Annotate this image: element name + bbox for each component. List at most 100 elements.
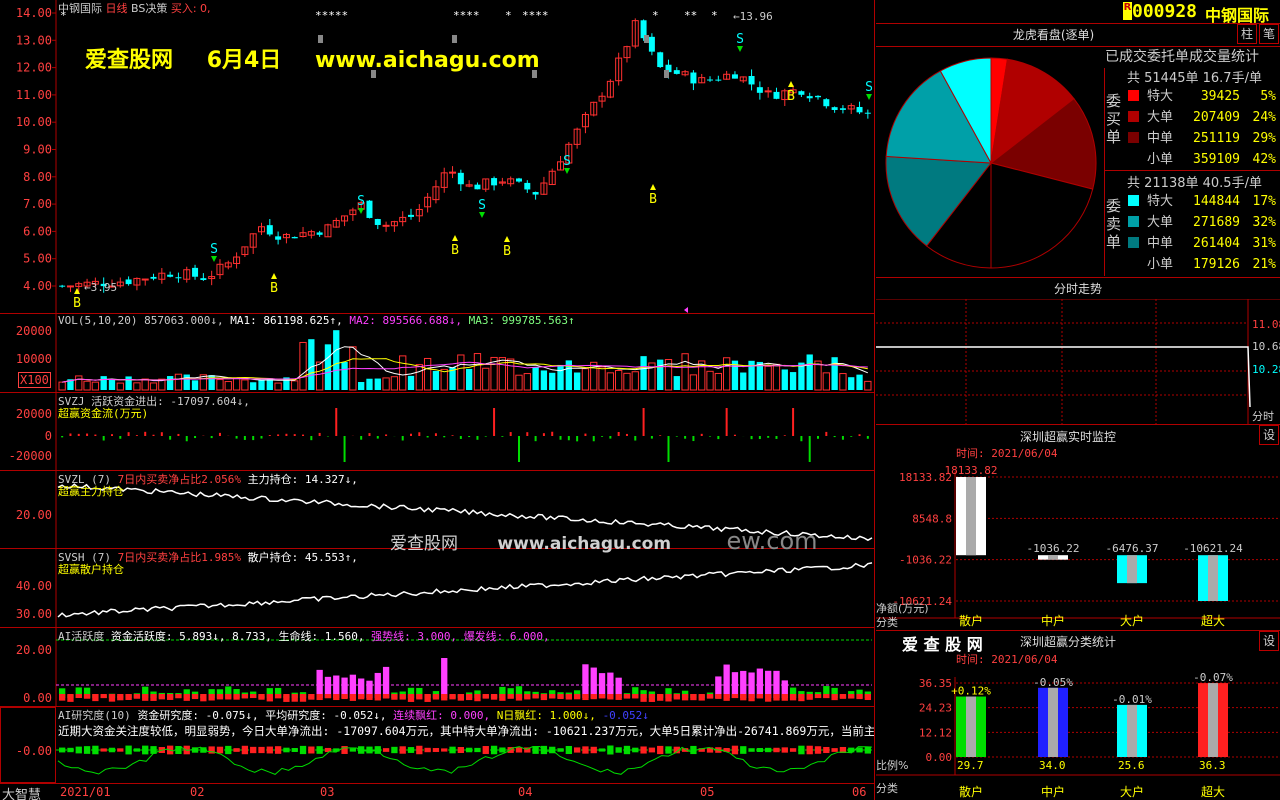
intraday-ylabel-1: 11.08 (1252, 318, 1280, 331)
research-bar (657, 745, 664, 755)
candle-body (731, 74, 738, 79)
svsh-panel[interactable]: SVSH (7) 7日内买卖净占比1.985% 散户持仓: 45.553↑, 超… (0, 527, 875, 628)
brand-label: 大智慧 (2, 788, 42, 800)
candle-body (856, 106, 863, 113)
classify-panel[interactable]: 爱 查 股 网 深圳超赢分类统计 设 时间: 2021/06/04 36.35 2… (876, 630, 1280, 800)
volume-bar (415, 364, 423, 391)
order-percent: 42% (1252, 152, 1276, 167)
monitor-bar-core-2 (1127, 555, 1137, 584)
bar-mode-button[interactable]: 柱 (1237, 24, 1257, 44)
activity-base-bar (233, 694, 240, 700)
activity-base-bar (590, 694, 597, 700)
research-bar (457, 747, 464, 753)
svzj-panel[interactable]: SVZJ 活跃资金进出: -17097.604↓, 超赢资金流(万元) 2000… (0, 393, 875, 471)
research-bar (640, 746, 647, 754)
research-title: AI研究度(10) 资金研究度: -0.075↓, 平均研究度: -0.052↓… (58, 709, 649, 722)
research-bar (291, 748, 298, 752)
ai-activity-panel[interactable]: AI活跃度 资金活跃度: 5.893↓, 8.733, 生命线: 1.560, … (0, 628, 875, 707)
buy-signal: B (649, 192, 657, 207)
volume-panel[interactable]: VOL(5,10,20) 857063.000↓, MA1: 861198.62… (0, 314, 875, 393)
classify-ylabel-2: 12.12 (919, 726, 952, 739)
buy-signal: B (451, 243, 459, 258)
order-volume: 179126 (1193, 257, 1240, 272)
sell-signal: S (563, 154, 571, 169)
activity-base-bar (142, 694, 149, 701)
order-volume: 207409 (1193, 110, 1240, 125)
sell-arrow (737, 46, 743, 52)
volume-bar (839, 373, 847, 391)
order-percent: 32% (1252, 215, 1276, 230)
candle-body (806, 96, 813, 99)
candle-body (457, 172, 464, 185)
activity-base-bar (698, 694, 705, 701)
stock-title: 中钢国际 (1205, 6, 1270, 25)
vol-ma1: MA1: 861198.625↑, (230, 314, 343, 327)
activity-base-bar (424, 694, 431, 702)
dragon-title: 龙虎看盘(逐单) (1012, 28, 1095, 42)
activity-bar (382, 666, 390, 698)
research-bar (233, 748, 240, 752)
legend-swatch (1128, 195, 1139, 206)
research-r1: 资金研究度: -0.075↓, (137, 709, 259, 722)
monitor-panel[interactable]: 深圳超赢实时监控 设 时间: 2021/06/04 18133.82 8548.8… (876, 424, 1280, 630)
activity-base-bar (316, 694, 323, 701)
research-bar (781, 747, 788, 753)
volume-bar (149, 382, 158, 391)
activity-base-bar (200, 694, 207, 702)
research-bar (432, 748, 440, 752)
research-bar (92, 745, 99, 755)
research-bar (258, 746, 265, 754)
activity-base-bar (640, 694, 647, 702)
volume-bar (831, 357, 838, 390)
classify-change-0: +0.12% (951, 685, 991, 698)
ai-activity: 资金活跃度: 5.893↓, 8.733, (110, 630, 272, 643)
research-bar (75, 746, 82, 754)
classify-bar-core-3 (1208, 683, 1218, 757)
volume-bar (250, 382, 257, 390)
watermark-date: 6月4日 (206, 48, 282, 73)
classify-ylabel-3: 0.00 (926, 751, 953, 764)
activity-bar (441, 658, 448, 698)
buy-signal: B (503, 244, 511, 259)
star-marker-1: ***** (315, 9, 348, 22)
activity-base-bar (341, 694, 348, 700)
period-label: 日线 (105, 2, 128, 15)
classify-bar-core-1 (1048, 687, 1058, 757)
candle-body (839, 108, 846, 110)
quote-header: R 000928 中钢国际 (876, 0, 1280, 25)
volume-bar (374, 378, 381, 390)
research-bar (773, 747, 780, 753)
intraday-panel[interactable]: 分时走势 11.08 10.68 10.28 分时 (876, 277, 1280, 424)
volume-bar (174, 373, 183, 391)
buy-arrow (504, 236, 510, 242)
activity-base-bar (549, 694, 556, 699)
activity-base-bar (773, 694, 780, 701)
activity-base-bar (183, 694, 190, 701)
volume-bar (358, 382, 365, 390)
volume-bar (631, 371, 639, 391)
activity-base-bar (798, 694, 805, 702)
research-bar (648, 747, 656, 753)
volume-bar (689, 374, 698, 391)
svzj-ylabel-2: 0 (44, 429, 52, 443)
research-bar (823, 746, 830, 754)
activity-base-bar (482, 694, 489, 699)
x-label-3: 03 (320, 785, 335, 799)
activity-base-bar (665, 694, 672, 702)
activity-base-bar (623, 694, 631, 699)
svzl-ratio: 7日内买卖净占比2.056% (117, 473, 241, 486)
activity-base-bar (499, 694, 506, 701)
legend-swatch (1128, 153, 1139, 164)
volume-bar (581, 368, 590, 391)
activity-base-bar (607, 694, 614, 700)
research-bar (482, 746, 489, 754)
main-chart-panel[interactable]: 14.00 13.00 12.00 11.00 10.00 9.00 8.00 7.00 6.0… (0, 0, 875, 314)
candle-body (175, 277, 182, 279)
research-panel[interactable]: AI研究度(10) 资金研究度: -0.075↓, 平均研究度: -0.052↓… (0, 707, 875, 783)
pen-mode-button[interactable]: 笔 (1259, 24, 1279, 44)
activity-base-bar (490, 694, 498, 700)
x-label-1: 2021/01 (60, 785, 111, 799)
research-bar (740, 746, 747, 754)
buy-arrow (271, 273, 277, 279)
star-marker-3: * (505, 9, 512, 22)
